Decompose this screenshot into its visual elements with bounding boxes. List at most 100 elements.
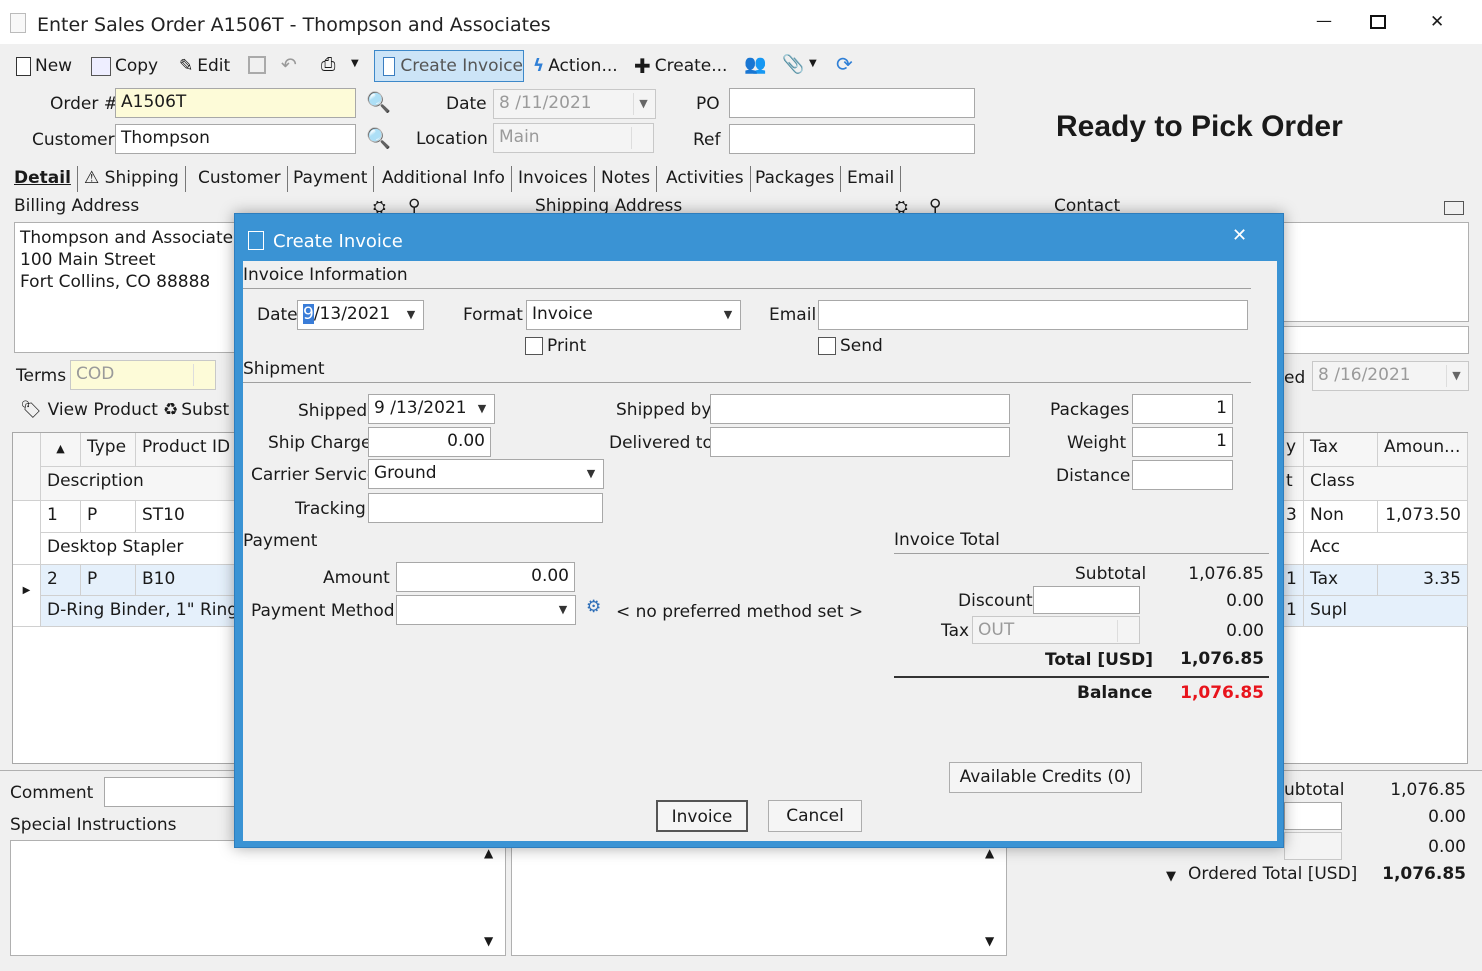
- tab-email[interactable]: Email: [841, 166, 902, 192]
- sort-header[interactable]: ▲: [41, 433, 81, 467]
- minimize-button[interactable]: —: [1316, 11, 1332, 30]
- format-select[interactable]: Invoice ▼: [526, 300, 741, 330]
- table-cell[interactable]: Supl: [1304, 596, 1468, 627]
- header-amount[interactable]: Amoun...: [1378, 433, 1468, 467]
- table-cell[interactable]: 1,073.50: [1378, 501, 1468, 533]
- notes-scroll-down-icon[interactable]: ▼: [985, 934, 994, 948]
- footer-tax-field[interactable]: [1284, 832, 1342, 860]
- create-invoice-button[interactable]: Create Invoice: [374, 50, 524, 82]
- payment-method-settings-icon[interactable]: ⚙: [586, 597, 601, 617]
- table-cell[interactable]: ST10: [136, 501, 236, 533]
- weight-field[interactable]: 1: [1132, 427, 1233, 457]
- special-instructions-box[interactable]: [10, 840, 506, 956]
- calendar-dropdown-icon[interactable]: ▼: [633, 93, 653, 115]
- tab-packages[interactable]: Packages: [749, 166, 842, 192]
- contact-field-2[interactable]: [1280, 326, 1469, 354]
- notes-box[interactable]: [511, 840, 1007, 956]
- tab-detail[interactable]: Detail: [8, 166, 78, 192]
- invoice-date-field[interactable]: 9/13/2021 ▼: [297, 300, 424, 330]
- order-number-field[interactable]: A1506T: [115, 88, 356, 118]
- header-description[interactable]: Description: [41, 467, 236, 501]
- payment-method-select[interactable]: ▼: [396, 595, 576, 625]
- header-tax[interactable]: Tax: [1304, 433, 1378, 467]
- scroll-down-icon[interactable]: ▼: [484, 934, 493, 948]
- required-ship-date-field[interactable]: 8 /16/2021 ▼: [1312, 361, 1469, 391]
- save-icon[interactable]: [248, 56, 266, 74]
- contact-box[interactable]: [1280, 222, 1469, 322]
- order-search-icon[interactable]: 🔍: [366, 90, 391, 114]
- location-field[interactable]: Main: [493, 123, 654, 153]
- row-selector[interactable]: [13, 501, 41, 565]
- print-checkbox-box[interactable]: [525, 337, 543, 355]
- substitute-button[interactable]: ♻ Subst: [163, 400, 229, 420]
- footer-discount-field[interactable]: [1284, 802, 1342, 830]
- available-credits-button[interactable]: Available Credits (0): [949, 762, 1142, 793]
- table-cell[interactable]: Tax: [1304, 565, 1378, 596]
- table-row[interactable]: 2: [41, 565, 81, 596]
- header-type[interactable]: Type: [81, 433, 136, 467]
- close-window-button[interactable]: ✕: [1430, 12, 1444, 32]
- terms-field[interactable]: COD: [70, 360, 216, 390]
- refresh-icon[interactable]: ⟳: [836, 52, 853, 76]
- table-cell[interactable]: B10: [136, 565, 236, 596]
- tab-payment[interactable]: Payment: [287, 166, 375, 192]
- billing-address-box[interactable]: Thompson and Associates 100 Main Street …: [14, 222, 254, 353]
- undo-icon[interactable]: ↶: [281, 54, 297, 76]
- customer-field[interactable]: Thompson: [115, 124, 356, 154]
- packages-field[interactable]: 1: [1132, 394, 1233, 424]
- edit-button[interactable]: ✎ Edit: [179, 52, 230, 80]
- table-cell[interactable]: Acc: [1304, 533, 1468, 565]
- ref-field[interactable]: [729, 124, 975, 154]
- shipped-by-field[interactable]: [710, 394, 1010, 424]
- shipped-date-field[interactable]: 9 /13/2021 ▼: [368, 394, 495, 424]
- users-icon[interactable]: 👥: [744, 54, 766, 75]
- table-cell[interactable]: Non: [1304, 501, 1378, 533]
- tab-customer[interactable]: Customer: [192, 166, 288, 192]
- table-cell[interactable]: 3.35: [1378, 565, 1468, 596]
- cancel-button[interactable]: Cancel: [768, 800, 862, 832]
- print-icon[interactable]: ⎙: [321, 54, 335, 75]
- attach-dropdown-arrow[interactable]: ▼: [809, 58, 817, 69]
- send-checkbox[interactable]: Send: [818, 336, 883, 356]
- invoice-button[interactable]: Invoice: [656, 800, 748, 832]
- location-dropdown-icon[interactable]: [631, 127, 651, 149]
- tax-code-dropdown-icon[interactable]: [1117, 620, 1137, 642]
- tracking-field[interactable]: [368, 493, 603, 523]
- action-button[interactable]: ϟ Action...: [533, 52, 618, 80]
- table-cell[interactable]: Desktop Stapler: [41, 533, 236, 565]
- ordered-total-toggle-icon[interactable]: ▼: [1166, 869, 1176, 884]
- table-cell[interactable]: P: [81, 501, 136, 533]
- shipped-date-dropdown-icon[interactable]: ▼: [472, 398, 492, 420]
- notes-scroll-up-icon[interactable]: ▲: [985, 846, 994, 860]
- email-field[interactable]: [818, 300, 1248, 330]
- tab-invoices[interactable]: Invoices: [512, 166, 595, 192]
- payment-method-dropdown-icon[interactable]: ▼: [553, 599, 573, 621]
- header-tax-class[interactable]: Class: [1304, 467, 1468, 501]
- table-cell[interactable]: D-Ring Binder, 1" Ring,: [41, 596, 236, 627]
- carrier-dropdown-icon[interactable]: ▼: [581, 463, 601, 485]
- distance-field[interactable]: [1132, 460, 1233, 490]
- print-dropdown-arrow[interactable]: ▼: [351, 58, 359, 69]
- req-date-dropdown-icon[interactable]: ▼: [1446, 365, 1466, 387]
- tab-shipping[interactable]: ⚠ Shipping: [78, 166, 186, 192]
- order-date-field[interactable]: 8 /11/2021 ▼: [493, 89, 656, 119]
- view-product-button[interactable]: 🏷 View Product: [20, 400, 158, 420]
- format-dropdown-icon[interactable]: ▼: [718, 304, 738, 326]
- invoice-date-dropdown-icon[interactable]: ▼: [401, 304, 421, 326]
- tax-code-field[interactable]: OUT: [972, 616, 1140, 644]
- create-menu-button[interactable]: ✚ Create...: [634, 52, 727, 80]
- dialog-close-button[interactable]: ✕: [1232, 225, 1247, 246]
- contact-card-icon[interactable]: [1444, 201, 1464, 215]
- amount-field[interactable]: 0.00: [396, 562, 575, 592]
- row-selector[interactable]: ▶: [13, 565, 41, 627]
- carrier-service-select[interactable]: Ground ▼: [368, 459, 604, 489]
- table-row[interactable]: 1: [41, 501, 81, 533]
- customer-search-icon[interactable]: 🔍: [366, 126, 391, 150]
- send-checkbox-box[interactable]: [818, 337, 836, 355]
- delivered-to-field[interactable]: [710, 427, 1010, 457]
- paperclip-icon[interactable]: 📎: [782, 54, 804, 75]
- print-checkbox[interactable]: Print: [525, 336, 586, 356]
- scroll-up-icon[interactable]: ▲: [484, 846, 493, 860]
- maximize-button[interactable]: [1370, 15, 1386, 29]
- table-cell[interactable]: P: [81, 565, 136, 596]
